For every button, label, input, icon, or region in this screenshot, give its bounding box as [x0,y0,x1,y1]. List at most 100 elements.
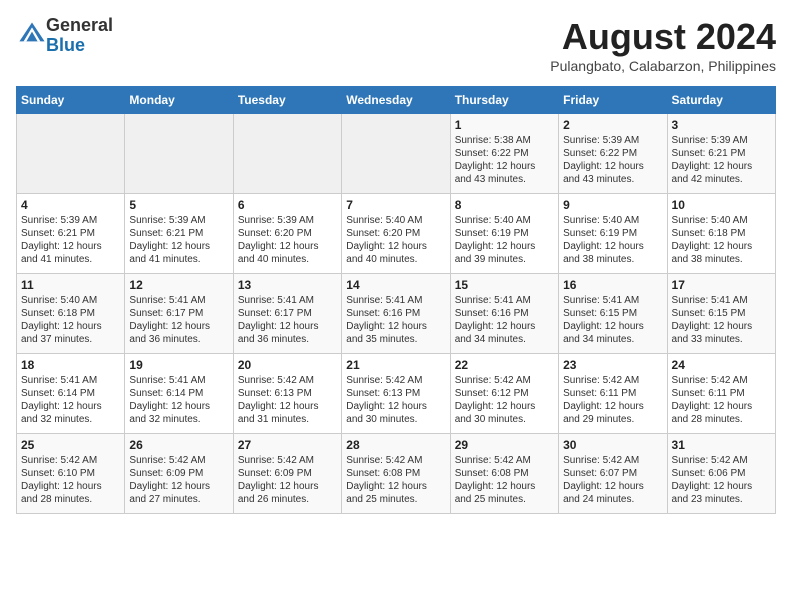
day-number: 8 [455,198,554,212]
calendar-cell: 19Sunrise: 5:41 AMSunset: 6:14 PMDayligh… [125,354,233,434]
day-number: 11 [21,278,120,292]
logo-line2: Blue [46,36,113,56]
day-number: 27 [238,438,337,452]
day-info: Sunrise: 5:42 AMSunset: 6:11 PMDaylight:… [672,374,771,426]
calendar-week-row: 18Sunrise: 5:41 AMSunset: 6:14 PMDayligh… [17,354,776,434]
calendar-week-row: 25 Sunrise: 5:42 AMSunset: 6:10 PMDayligh… [17,434,776,514]
day-info: Sunrise: 5:42 AMSunset: 6:12 PMDaylight:… [455,374,554,426]
day-info: Sunrise: 5:39 AMSunset: 6:21 PMDaylight:… [129,214,228,266]
logo-text: General Blue [46,16,113,56]
calendar-cell: 27 Sunrise: 5:42 AMSunset: 6:09 PMDayligh… [233,434,341,514]
day-info: Sunrise: 5:40 AMSunset: 6:20 PMDaylight:… [346,214,445,266]
day-number: 6 [238,198,337,212]
day-info: Sunrise: 5:41 AMSunset: 6:14 PMDaylight:… [129,374,228,426]
day-info: Sunrise: 5:42 AMSunset: 6:09 PMDaylight:… [238,454,337,506]
day-number: 23 [563,358,662,372]
calendar-week-row: 11 Sunrise: 5:40 AMSunset: 6:18 PMDayligh… [17,274,776,354]
logo: General Blue [16,16,113,56]
day-number: 22 [455,358,554,372]
calendar-cell: 1Sunrise: 5:38 AMSunset: 6:22 PMDaylight… [450,114,558,194]
calendar-cell: 25 Sunrise: 5:42 AMSunset: 6:10 PMDayligh… [17,434,125,514]
weekday-header: Saturday [667,87,775,114]
day-info: Sunrise: 5:40 AMSunset: 6:18 PMDaylight:… [21,294,120,346]
location: Pulangbato, Calabarzon, Philippines [550,58,776,74]
calendar-cell: 16Sunrise: 5:41 AMSunset: 6:15 PMDayligh… [559,274,667,354]
day-info: Sunrise: 5:42 AMSunset: 6:09 PMDaylight:… [129,454,228,506]
day-number: 29 [455,438,554,452]
calendar-cell: 5 Sunrise: 5:39 AMSunset: 6:21 PMDaylight… [125,194,233,274]
calendar-cell [17,114,125,194]
weekday-header: Monday [125,87,233,114]
day-info: Sunrise: 5:41 AMSunset: 6:17 PMDaylight:… [129,294,228,346]
calendar-cell [125,114,233,194]
weekday-header: Thursday [450,87,558,114]
calendar-cell: 17Sunrise: 5:41 AMSunset: 6:15 PMDayligh… [667,274,775,354]
day-number: 13 [238,278,337,292]
calendar-cell: 18Sunrise: 5:41 AMSunset: 6:14 PMDayligh… [17,354,125,434]
calendar-cell: 24Sunrise: 5:42 AMSunset: 6:11 PMDayligh… [667,354,775,434]
day-info: Sunrise: 5:40 AMSunset: 6:19 PMDaylight:… [455,214,554,266]
calendar-week-row: 4 Sunrise: 5:39 AMSunset: 6:21 PMDaylight… [17,194,776,274]
day-info: Sunrise: 5:41 AMSunset: 6:16 PMDaylight:… [455,294,554,346]
day-info: Sunrise: 5:42 AMSunset: 6:06 PMDaylight:… [672,454,771,506]
calendar-cell: 10 Sunrise: 5:40 AMSunset: 6:18 PMDayligh… [667,194,775,274]
day-info: Sunrise: 5:38 AMSunset: 6:22 PMDaylight:… [455,134,554,186]
calendar-cell: 8 Sunrise: 5:40 AMSunset: 6:19 PMDaylight… [450,194,558,274]
day-info: Sunrise: 5:39 AMSunset: 6:20 PMDaylight:… [238,214,337,266]
calendar-cell: 4 Sunrise: 5:39 AMSunset: 6:21 PMDaylight… [17,194,125,274]
day-info: Sunrise: 5:39 AMSunset: 6:22 PMDaylight:… [563,134,662,186]
weekday-header: Sunday [17,87,125,114]
calendar-table: SundayMondayTuesdayWednesdayThursdayFrid… [16,86,776,514]
day-number: 17 [672,278,771,292]
month-year: August 2024 [550,16,776,58]
day-info: Sunrise: 5:39 AMSunset: 6:21 PMDaylight:… [672,134,771,186]
day-info: Sunrise: 5:40 AMSunset: 6:18 PMDaylight:… [672,214,771,266]
day-number: 2 [563,118,662,132]
calendar-cell: 28 Sunrise: 5:42 AMSunset: 6:08 PMDayligh… [342,434,450,514]
day-info: Sunrise: 5:39 AMSunset: 6:21 PMDaylight:… [21,214,120,266]
logo-icon [18,19,46,47]
calendar-cell: 2 Sunrise: 5:39 AMSunset: 6:22 PMDaylight… [559,114,667,194]
calendar-cell: 14Sunrise: 5:41 AMSunset: 6:16 PMDayligh… [342,274,450,354]
day-number: 26 [129,438,228,452]
calendar-cell: 15Sunrise: 5:41 AMSunset: 6:16 PMDayligh… [450,274,558,354]
calendar-cell: 11 Sunrise: 5:40 AMSunset: 6:18 PMDayligh… [17,274,125,354]
day-number: 14 [346,278,445,292]
day-info: Sunrise: 5:42 AMSunset: 6:08 PMDaylight:… [346,454,445,506]
day-number: 20 [238,358,337,372]
day-number: 28 [346,438,445,452]
day-info: Sunrise: 5:42 AMSunset: 6:08 PMDaylight:… [455,454,554,506]
day-number: 10 [672,198,771,212]
calendar-cell: 21Sunrise: 5:42 AMSunset: 6:13 PMDayligh… [342,354,450,434]
calendar-cell [342,114,450,194]
day-info: Sunrise: 5:40 AMSunset: 6:19 PMDaylight:… [563,214,662,266]
weekday-header: Wednesday [342,87,450,114]
day-number: 12 [129,278,228,292]
calendar-cell: 22 Sunrise: 5:42 AMSunset: 6:12 PMDayligh… [450,354,558,434]
day-info: Sunrise: 5:42 AMSunset: 6:10 PMDaylight:… [21,454,120,506]
logo-line1: General [46,16,113,36]
calendar-cell: 29 Sunrise: 5:42 AMSunset: 6:08 PMDayligh… [450,434,558,514]
calendar-cell: 23 Sunrise: 5:42 AMSunset: 6:11 PMDayligh… [559,354,667,434]
weekday-header: Friday [559,87,667,114]
day-number: 5 [129,198,228,212]
calendar-week-row: 1Sunrise: 5:38 AMSunset: 6:22 PMDaylight… [17,114,776,194]
day-number: 25 [21,438,120,452]
calendar-cell: 20Sunrise: 5:42 AMSunset: 6:13 PMDayligh… [233,354,341,434]
day-number: 31 [672,438,771,452]
weekday-header: Tuesday [233,87,341,114]
day-info: Sunrise: 5:42 AMSunset: 6:11 PMDaylight:… [563,374,662,426]
calendar-cell [233,114,341,194]
day-number: 3 [672,118,771,132]
title-area: August 2024 Pulangbato, Calabarzon, Phil… [550,16,776,74]
day-number: 7 [346,198,445,212]
day-info: Sunrise: 5:41 AMSunset: 6:17 PMDaylight:… [238,294,337,346]
calendar-cell: 12 Sunrise: 5:41 AMSunset: 6:17 PMDayligh… [125,274,233,354]
day-info: Sunrise: 5:42 AMSunset: 6:13 PMDaylight:… [346,374,445,426]
calendar-cell: 3 Sunrise: 5:39 AMSunset: 6:21 PMDaylight… [667,114,775,194]
calendar-cell: 31 Sunrise: 5:42 AMSunset: 6:06 PMDayligh… [667,434,775,514]
calendar-header: SundayMondayTuesdayWednesdayThursdayFrid… [17,87,776,114]
calendar-cell: 6 Sunrise: 5:39 AMSunset: 6:20 PMDaylight… [233,194,341,274]
calendar-body: 1Sunrise: 5:38 AMSunset: 6:22 PMDaylight… [17,114,776,514]
day-number: 4 [21,198,120,212]
